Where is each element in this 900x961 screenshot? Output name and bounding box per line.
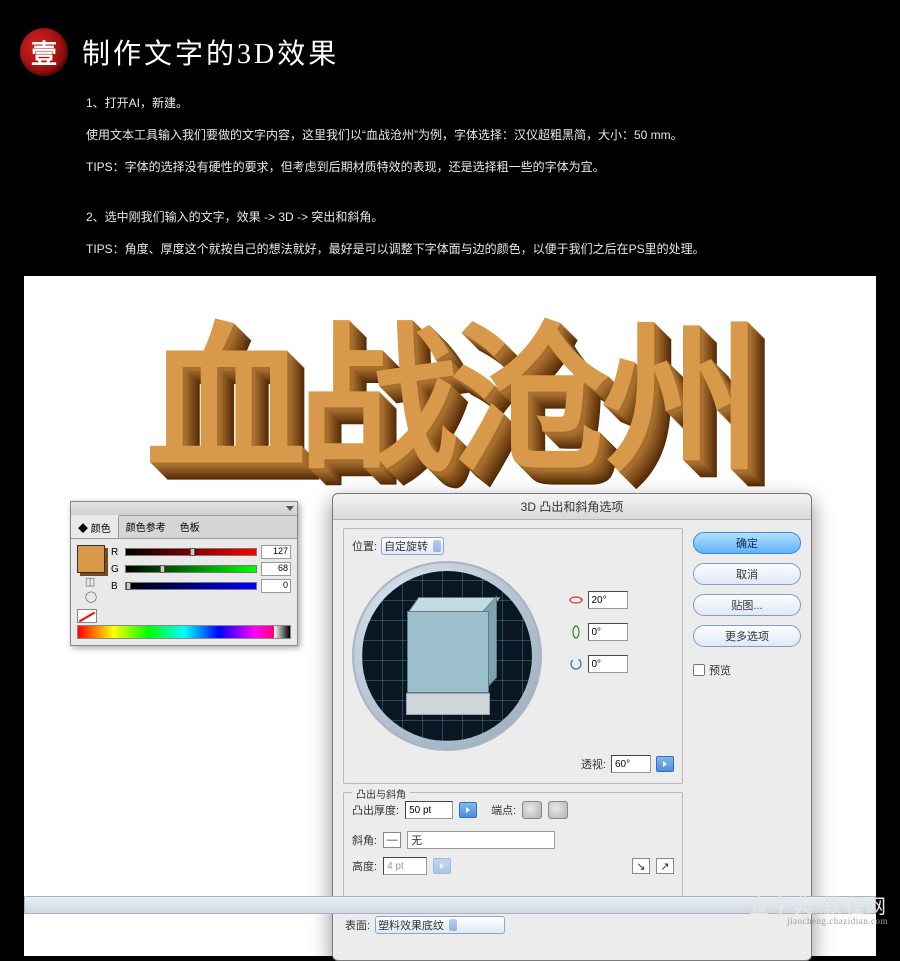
perspective-input[interactable] bbox=[611, 755, 651, 773]
channel-value[interactable]: 68 bbox=[261, 562, 291, 576]
cube-icon: ◫ bbox=[85, 575, 97, 588]
slider-b[interactable]: B 0 bbox=[111, 579, 291, 593]
bevel-in-icon[interactable]: ↘ bbox=[632, 858, 650, 874]
slider-track[interactable] bbox=[125, 548, 257, 556]
endcap-off[interactable] bbox=[548, 801, 568, 819]
angle-y-input[interactable] bbox=[588, 623, 628, 641]
checkbox-icon[interactable] bbox=[693, 664, 705, 676]
bevel-height-label: 高度: bbox=[352, 858, 377, 874]
panel-tabs: ◆ 颜色 颜色参考 色板 bbox=[71, 516, 297, 539]
rotation-trackball[interactable] bbox=[352, 561, 542, 751]
illustrator-canvas: 血战沧州 ◆ 颜色 颜色参考 色板 ◫ ◯ R 127 bbox=[24, 276, 876, 956]
slider-track[interactable] bbox=[125, 582, 257, 590]
slider-r[interactable]: R 127 bbox=[111, 545, 291, 559]
panel-menu-icon[interactable] bbox=[286, 506, 294, 511]
channel-value[interactable]: 127 bbox=[261, 545, 291, 559]
surface-label: 表面: bbox=[345, 917, 370, 933]
extrude-depth-label: 凸出厚度: bbox=[352, 802, 399, 818]
slider-g[interactable]: G 68 bbox=[111, 562, 291, 576]
panel-titlebar[interactable] bbox=[71, 502, 297, 516]
preview-checkbox[interactable]: 预览 bbox=[693, 662, 801, 678]
rotate-x-icon bbox=[569, 593, 583, 607]
extrude-depth-input[interactable] bbox=[405, 801, 453, 819]
section-title: 制作文字的3D效果 bbox=[82, 32, 339, 72]
cancel-button[interactable]: 取消 bbox=[693, 563, 801, 585]
color-panel[interactable]: ◆ 颜色 颜色参考 色板 ◫ ◯ R 127 G bbox=[70, 501, 298, 646]
surface-dropdown[interactable]: 塑料效果底纹 bbox=[375, 916, 505, 934]
channel-label: G bbox=[111, 564, 121, 575]
extrude-stepper[interactable] bbox=[459, 802, 477, 818]
ok-button[interactable]: 确定 bbox=[693, 532, 801, 554]
rotate-z-icon bbox=[569, 657, 583, 671]
preview-label: 预览 bbox=[709, 662, 731, 678]
dialog-3d-extrude: 3D 凸出和斜角选项 位置: 自定旋转 bbox=[332, 493, 812, 961]
artwork-text: 血战沧州 bbox=[146, 271, 754, 503]
bevel-height-input bbox=[383, 857, 427, 875]
bevel-shape-icon: — bbox=[383, 832, 401, 848]
channel-value[interactable]: 0 bbox=[261, 579, 291, 593]
bevel-dropdown[interactable]: 无 bbox=[407, 831, 555, 849]
instruction-line: 2、选中刚我们输入的文字，效果 -> 3D -> 突出和斜角。 bbox=[0, 200, 900, 232]
position-label: 位置: bbox=[352, 538, 377, 554]
fill-swatch[interactable] bbox=[77, 545, 105, 573]
extrude-legend: 凸出与斜角 bbox=[352, 786, 410, 801]
none-swatch[interactable] bbox=[77, 609, 97, 623]
angle-x-input[interactable] bbox=[588, 591, 628, 609]
channel-label: R bbox=[111, 547, 121, 558]
perspective-label: 透视: bbox=[581, 756, 606, 772]
angle-z-input[interactable] bbox=[588, 655, 628, 673]
height-stepper bbox=[433, 858, 451, 874]
tab-color[interactable]: ◆ 颜色 bbox=[71, 515, 119, 538]
bevel-out-icon[interactable]: ↗ bbox=[656, 858, 674, 874]
position-dropdown[interactable]: 自定旋转 bbox=[381, 537, 444, 555]
map-art-button[interactable]: 贴图... bbox=[693, 594, 801, 616]
endcap-on[interactable] bbox=[522, 801, 542, 819]
rotate-y-icon bbox=[569, 625, 583, 639]
instruction-line: 1、打开AI，新建。 bbox=[0, 86, 900, 118]
endcap-label: 端点: bbox=[491, 802, 516, 818]
section-seal: 壹 bbox=[20, 28, 68, 76]
circle-icon: ◯ bbox=[85, 590, 97, 603]
artwork-3d-text: 血战沧州 bbox=[34, 282, 866, 492]
perspective-stepper[interactable] bbox=[656, 756, 674, 772]
tab-color-guide[interactable]: 颜色参考 bbox=[119, 516, 173, 538]
tab-swatches[interactable]: 色板 bbox=[173, 516, 207, 538]
channel-label: B bbox=[111, 581, 121, 592]
spectrum-ramp[interactable] bbox=[77, 625, 291, 639]
bevel-label: 斜角: bbox=[352, 832, 377, 848]
instruction-line: TIPS：角度、厚度这个就按自己的想法就好，最好是可以调整下字体面与边的颜色，以… bbox=[0, 232, 900, 264]
slider-track[interactable] bbox=[125, 565, 257, 573]
dialog-title: 3D 凸出和斜角选项 bbox=[333, 494, 811, 520]
instruction-line: 使用文本工具输入我们要做的文字内容，这里我们以“血战沧州”为例，字体选择：汉仪超… bbox=[0, 118, 900, 150]
instruction-line: TIPS：字体的选择没有硬性的要求，但考虑到后期材质特效的表现，还是选择粗一些的… bbox=[0, 150, 900, 182]
watermark: 查字典 教程网 jiaocheng.chazidian.com bbox=[749, 900, 888, 928]
more-options-button[interactable]: 更多选项 bbox=[693, 625, 801, 647]
